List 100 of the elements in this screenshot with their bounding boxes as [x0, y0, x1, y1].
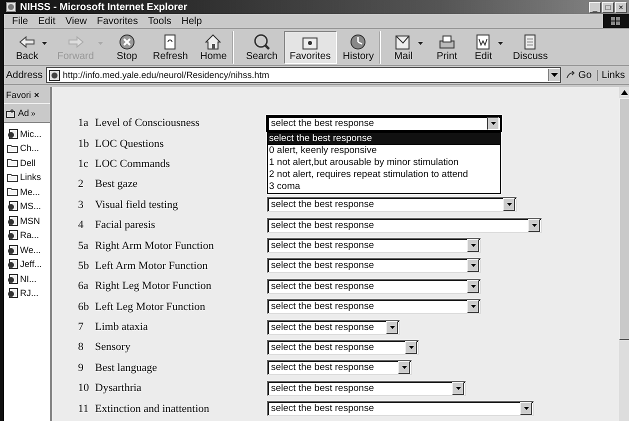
favorite-item[interactable]: Ra...	[4, 228, 50, 242]
favorite-item[interactable]: Links	[4, 170, 50, 184]
toolbar-button[interactable]: Refresh	[146, 30, 194, 64]
caret-icon	[470, 305, 476, 308]
toolbar-button[interactable]: Search	[240, 30, 284, 64]
caret-icon	[402, 366, 406, 370]
item-label: Extinction and inattention	[95, 402, 210, 415]
arrow-icon	[566, 71, 576, 79]
favorite-item[interactable]: Mic...	[4, 127, 50, 140]
menu-item[interactable]: Edit	[38, 16, 56, 26]
item-number: 6b	[78, 300, 90, 313]
select-field[interactable]: select the best response	[267, 299, 481, 314]
caret-icon	[418, 42, 423, 44]
item-label: Dysarthria	[95, 382, 142, 394]
favorite-item[interactable]: MSN	[4, 214, 50, 228]
caret-icon	[470, 284, 476, 288]
address-field[interactable]: http://info.med.yale.edu/neurol/Residency/nihss.htm	[46, 67, 562, 83]
links-button[interactable]: Links	[596, 70, 627, 80]
select-field[interactable]: select the best response	[267, 380, 466, 396]
toolbar-button[interactable]: History	[336, 30, 381, 64]
item-number: 10	[78, 382, 90, 394]
caret-icon	[390, 326, 394, 329]
folder-icon	[7, 158, 18, 168]
menu-item[interactable]: Favorites	[96, 16, 138, 26]
clock-icon	[348, 32, 368, 50]
toolbar-button[interactable]: Print	[426, 30, 467, 64]
close-button[interactable]: ×	[34, 90, 40, 100]
menu-item[interactable]: View	[65, 16, 87, 26]
item-label: Best language	[95, 362, 158, 374]
dropdown-option[interactable]: 2 not alert, requires repeat stimulation to attend	[268, 168, 500, 181]
menu-item[interactable]: Help	[181, 16, 202, 26]
page-icon	[7, 259, 18, 270]
select-field[interactable]: select the best response	[267, 278, 481, 294]
globe-page-icon	[6, 2, 16, 12]
toolbar-button[interactable]: Discuss	[506, 30, 554, 64]
caret-icon	[470, 244, 476, 248]
favorite-item[interactable]: Dell	[4, 156, 50, 170]
scrollbar[interactable]	[619, 87, 629, 421]
printer-icon	[436, 32, 457, 50]
dropdown-option[interactable]: 0 alert, keenly responsive	[268, 144, 500, 157]
folder-icon	[7, 144, 18, 153]
caret-icon	[498, 42, 503, 44]
page-icon	[7, 244, 18, 255]
caret-icon	[524, 407, 528, 410]
favorite-item[interactable]: Me...	[4, 185, 50, 198]
pane-header: Favori ×	[4, 87, 50, 103]
caret-icon	[470, 264, 476, 268]
caret-icon	[551, 73, 558, 77]
item-label: Right Arm Motor Function	[95, 240, 215, 252]
window-control-button[interactable]: ×	[615, 2, 627, 12]
favorite-item[interactable]: We...	[4, 243, 50, 256]
toolbar-button[interactable]: Favorites	[284, 30, 337, 64]
page-icon	[7, 201, 18, 212]
dropdown-option[interactable]: 1 not alert,but arousable by minor stimulation	[268, 156, 500, 169]
select-field[interactable]: select the best response	[267, 401, 534, 416]
window-control-button[interactable]: □	[602, 2, 614, 12]
item-label: Left Leg Motor Function	[95, 300, 206, 313]
item-number: 7	[78, 321, 84, 334]
item-number: 1c	[78, 158, 90, 170]
item-number: 1a	[78, 117, 90, 130]
dropdown-button[interactable]	[487, 116, 499, 130]
dropdown-option[interactable]: 3 coma	[268, 180, 500, 193]
toolbar-button[interactable]: Edit	[466, 30, 507, 64]
select-field[interactable]: select the best response	[267, 340, 419, 355]
select-field[interactable]: select the best response	[267, 360, 412, 376]
add-button[interactable]: Ad »	[4, 103, 50, 123]
select-field[interactable]: select the best response	[267, 258, 481, 274]
favorite-item[interactable]: RJ...	[4, 286, 50, 300]
window-title: NIHSS - Microsoft Internet Explorer	[20, 2, 188, 12]
item-number: 11	[78, 402, 90, 415]
toolbar-button[interactable]: Back	[10, 30, 52, 64]
menu-item[interactable]: Tools	[148, 16, 172, 26]
menu-item[interactable]: File	[12, 16, 28, 26]
select-field[interactable]: select the best response	[267, 238, 481, 254]
item-number: 2	[78, 178, 84, 190]
item-label: LOC Questions	[95, 138, 165, 150]
page-icon	[7, 128, 18, 139]
dropdown-option[interactable]: select the best response	[268, 132, 500, 145]
toolbar-button[interactable]: Stop	[106, 30, 147, 64]
go-button[interactable]: Go	[564, 70, 594, 80]
item-number: 9	[78, 362, 84, 374]
favorite-item[interactable]: Jeff...	[4, 258, 50, 271]
stop-icon	[116, 32, 137, 50]
favorite-item[interactable]: NI...	[4, 272, 50, 286]
item-number: 5b	[78, 260, 90, 272]
select-field[interactable]: select the best response	[267, 116, 501, 131]
favorite-item[interactable]: Ch...	[4, 142, 50, 155]
item-label: Best gaze	[95, 178, 138, 190]
item-number: 1b	[78, 138, 90, 150]
select-field[interactable]: select the best response	[267, 320, 400, 335]
dropdown-button[interactable]	[548, 69, 560, 81]
toolbar-button[interactable]: Mail	[386, 30, 427, 64]
toolbar-button[interactable]: Home	[194, 30, 234, 64]
window-control-button[interactable]: _	[589, 2, 601, 12]
select-field[interactable]: select the best response	[267, 197, 517, 212]
select-field[interactable]: select the best response	[267, 218, 542, 233]
caret-icon[interactable]	[620, 90, 628, 95]
page-icon	[7, 288, 18, 298]
folder-icon	[7, 187, 18, 196]
favorite-item[interactable]: MS...	[4, 200, 50, 213]
